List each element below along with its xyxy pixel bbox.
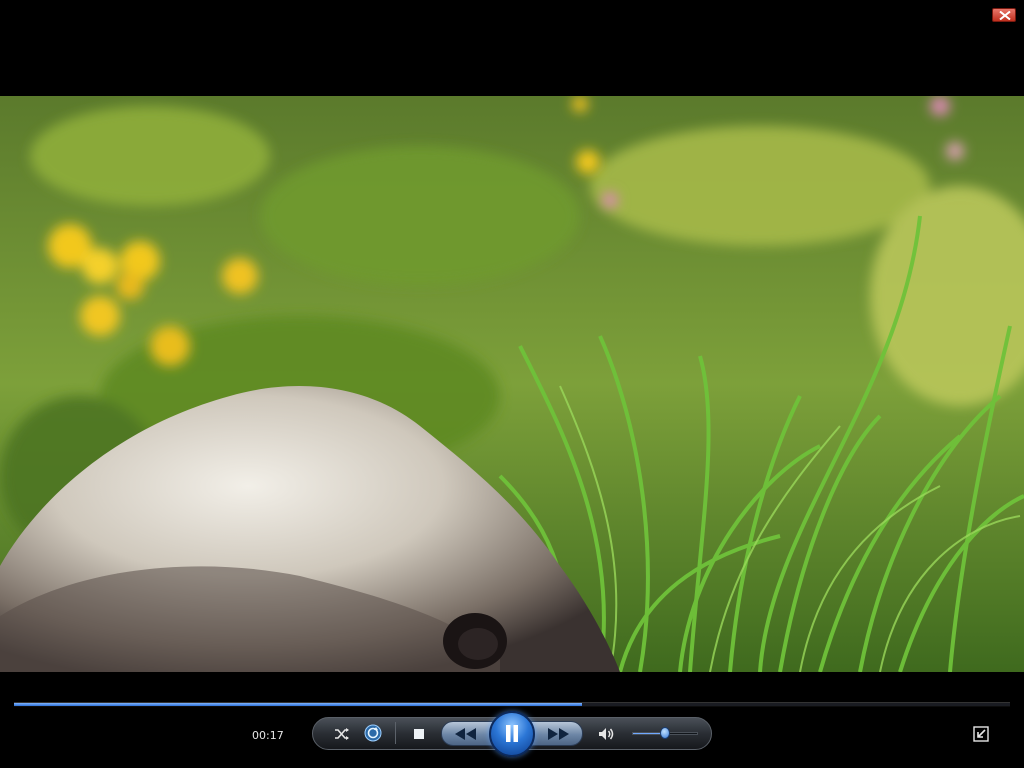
seek-progress xyxy=(14,703,582,706)
volume-thumb[interactable] xyxy=(660,727,670,739)
current-time: 00:17 xyxy=(252,729,284,742)
previous-button[interactable] xyxy=(446,722,486,746)
exit-fullscreen-icon xyxy=(973,726,989,742)
close-button[interactable] xyxy=(992,8,1016,22)
exit-fullscreen-button[interactable] xyxy=(970,723,992,745)
play-pause-button[interactable] xyxy=(489,711,535,757)
video-image xyxy=(0,96,1024,672)
seek-bar[interactable] xyxy=(14,702,1010,707)
mute-button[interactable] xyxy=(596,723,618,745)
fast-forward-icon xyxy=(548,728,569,740)
shuffle-icon xyxy=(335,728,349,740)
video-frame[interactable] xyxy=(0,96,1024,672)
close-icon xyxy=(999,11,1011,20)
shuffle-button[interactable] xyxy=(332,724,352,744)
pause-icon xyxy=(506,725,518,742)
repeat-icon xyxy=(364,724,382,742)
divider xyxy=(395,722,396,744)
repeat-button[interactable] xyxy=(362,722,384,744)
speaker-icon xyxy=(599,728,614,740)
next-button[interactable] xyxy=(538,722,578,746)
rewind-icon xyxy=(455,728,476,740)
stop-icon xyxy=(414,729,424,739)
stop-button[interactable] xyxy=(408,723,430,745)
